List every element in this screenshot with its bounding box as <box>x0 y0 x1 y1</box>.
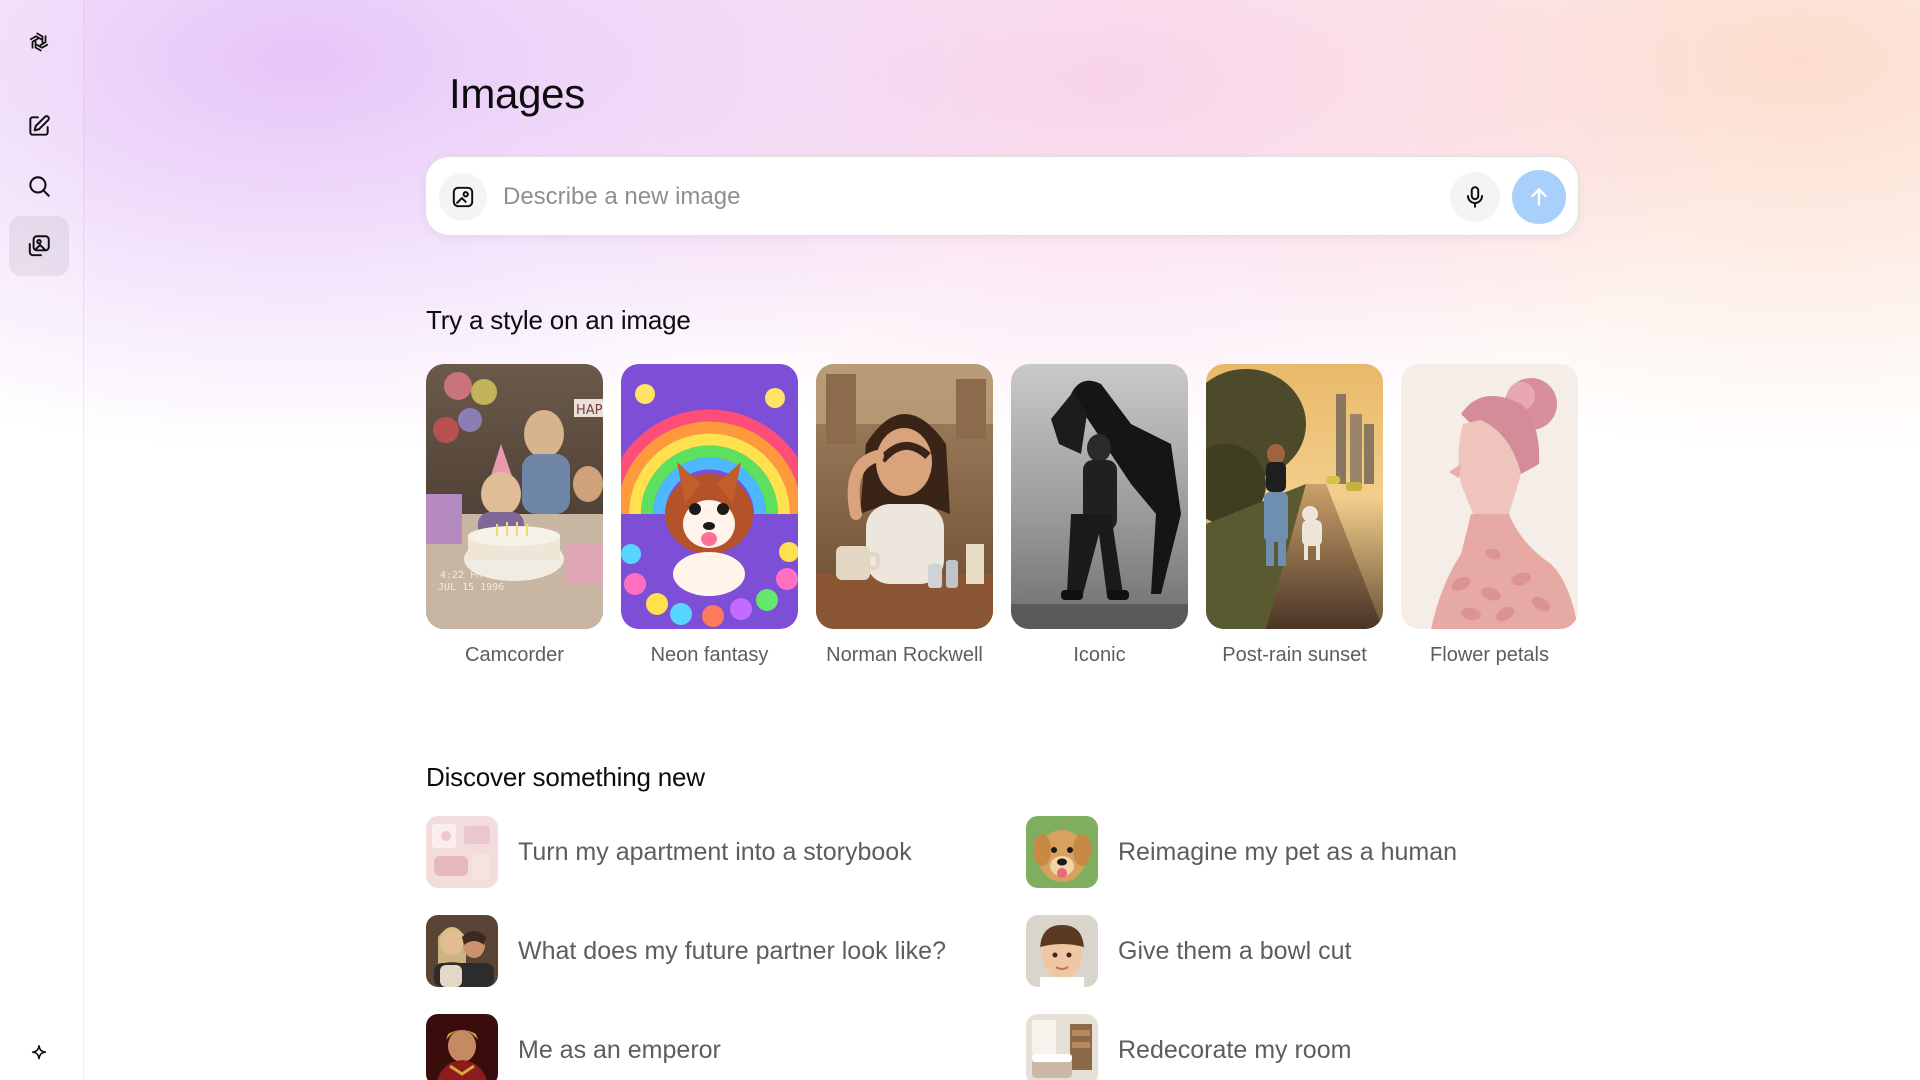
iconic-style-image <box>1011 364 1188 629</box>
discover-thumbnail <box>426 816 498 888</box>
camcorder-time-overlay: 4:22 PM <box>440 570 482 581</box>
openai-logo-button[interactable] <box>9 12 69 72</box>
post-rain-sunset-style-image <box>1206 364 1383 629</box>
prompt-bar <box>425 156 1579 236</box>
page-title: Images <box>449 70 585 117</box>
voice-input-button[interactable] <box>1450 172 1500 222</box>
search-button[interactable] <box>9 156 69 216</box>
discover-item-future-partner[interactable]: What does my future partner look like? <box>426 915 946 987</box>
style-label: Camcorder <box>465 644 564 666</box>
image-upload-icon <box>452 186 474 208</box>
discover-heading: Discover something new <box>426 762 705 792</box>
style-thumbnail <box>1401 364 1578 629</box>
camcorder-banner-text: HAPP <box>576 403 603 418</box>
style-label: Flower petals <box>1430 644 1549 666</box>
style-card-iconic[interactable]: Iconic <box>1011 364 1188 667</box>
style-card-post-rain-sunset[interactable]: Post-rain sunset <box>1206 364 1383 667</box>
discover-item-bowl-cut[interactable]: Give them a bowl cut <box>1026 915 1351 987</box>
discover-item-redecorate-room[interactable]: Redecorate my room <box>1026 1014 1351 1080</box>
style-card-norman-rockwell[interactable]: Norman Rockwell <box>816 364 993 667</box>
styles-heading: Try a style on an image <box>426 305 691 335</box>
discover-thumbnail <box>1026 816 1098 888</box>
discover-label: What does my future partner look like? <box>518 936 946 965</box>
sparkle-button[interactable] <box>9 1032 69 1076</box>
style-thumbnail <box>1011 364 1188 629</box>
style-label: Iconic <box>1073 644 1126 666</box>
style-label: Neon fantasy <box>650 644 769 666</box>
images-icon <box>28 235 50 257</box>
search-icon <box>29 176 50 197</box>
discover-thumbnail <box>1026 915 1098 987</box>
microphone-icon <box>1466 186 1484 208</box>
openai-logo-icon <box>29 32 49 52</box>
styles-carousel: HAPP 4:22 PM JUL 15 1996 Camcorde <box>426 364 1580 674</box>
style-thumbnail: HAPP 4:22 PM JUL 15 1996 <box>426 364 603 629</box>
style-thumbnail <box>816 364 993 629</box>
sparkle-icon <box>31 1044 47 1060</box>
new-chat-button[interactable] <box>9 96 69 156</box>
new-chat-icon <box>29 115 50 136</box>
send-button[interactable] <box>1512 170 1566 224</box>
style-label: Post-rain sunset <box>1222 644 1367 666</box>
discover-label: Give them a bowl cut <box>1118 936 1352 965</box>
discover-item-pet-as-human[interactable]: Reimagine my pet as a human <box>1026 816 1457 888</box>
prompt-input[interactable] <box>503 175 1363 219</box>
norman-rockwell-style-image <box>816 364 993 629</box>
discover-label: Me as an emperor <box>518 1035 721 1064</box>
style-card-neon-fantasy[interactable]: Neon fantasy <box>621 364 798 667</box>
style-label: Norman Rockwell <box>826 644 983 666</box>
arrow-up-icon <box>1531 188 1547 206</box>
neon-fantasy-style-image <box>621 364 798 629</box>
discover-thumbnail <box>1026 1014 1098 1080</box>
style-card-camcorder[interactable]: HAPP 4:22 PM JUL 15 1996 Camcorde <box>426 364 603 667</box>
camcorder-style-image: HAPP 4:22 PM JUL 15 1996 <box>426 364 603 629</box>
discover-thumbnail <box>426 915 498 987</box>
images-button[interactable] <box>9 216 69 276</box>
sidebar <box>0 0 84 1080</box>
discover-label: Reimagine my pet as a human <box>1118 837 1458 866</box>
attach-image-button[interactable] <box>439 173 487 221</box>
discover-item-emperor[interactable]: Me as an emperor <box>426 1014 721 1080</box>
style-thumbnail <box>621 364 798 629</box>
discover-label: Redecorate my room <box>1118 1035 1352 1064</box>
discover-item-storybook-apartment[interactable]: Turn my apartment into a storybook <box>426 816 912 888</box>
camcorder-date-overlay: JUL 15 1996 <box>438 582 504 593</box>
discover-thumbnail <box>426 1014 498 1080</box>
discover-label: Turn my apartment into a storybook <box>518 837 912 866</box>
flower-petals-style-image <box>1401 364 1578 629</box>
style-card-flower-petals[interactable]: Flower petals <box>1401 364 1578 667</box>
style-thumbnail <box>1206 364 1383 629</box>
